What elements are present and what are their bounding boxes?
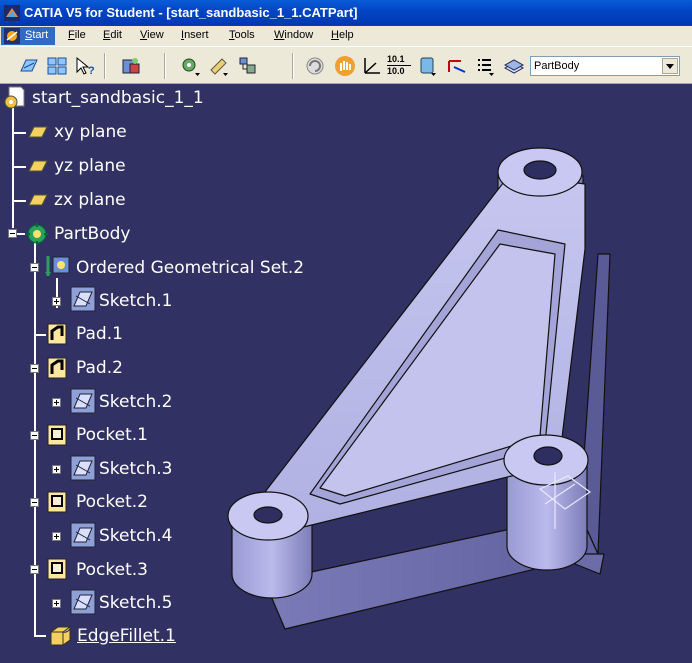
- tree-item-pocket-2[interactable]: Pocket.2: [76, 492, 148, 512]
- toolbar-separator: [164, 53, 166, 79]
- tree-item-pocket-3[interactable]: Pocket.3: [76, 560, 148, 580]
- tree-item-xy-plane[interactable]: xy plane: [54, 122, 127, 142]
- collapse-toggle[interactable]: [30, 263, 39, 272]
- measure-icon[interactable]: [208, 55, 230, 77]
- edge-fillet-icon[interactable]: [48, 624, 74, 648]
- grid-numbers-icon[interactable]: 10.1 10.0: [387, 54, 411, 78]
- hand-icon[interactable]: [334, 55, 356, 77]
- 3d-viewport[interactable]: start_sandbasic_1_1 xy plane yz plane zx…: [0, 84, 692, 663]
- menu-help[interactable]: Help: [331, 29, 354, 41]
- menu-insert[interactable]: Insert: [181, 29, 209, 41]
- multi-view-icon[interactable]: [46, 55, 68, 77]
- sketch-icon[interactable]: [18, 55, 40, 77]
- tree-item-pocket-1[interactable]: Pocket.1: [76, 425, 148, 445]
- tree-item-sketch-1[interactable]: Sketch.1: [99, 291, 173, 311]
- geometrical-set-icon[interactable]: [45, 254, 73, 278]
- spec-icon[interactable]: [416, 55, 438, 77]
- menu-tools[interactable]: Tools: [229, 29, 255, 41]
- tools-icon[interactable]: [237, 55, 259, 77]
- tree-item-sketch-4[interactable]: Sketch.4: [99, 526, 173, 546]
- specification-tree: start_sandbasic_1_1 xy plane yz plane zx…: [0, 84, 692, 663]
- tree-item-pad-2[interactable]: Pad.2: [76, 358, 123, 378]
- catalog-icon[interactable]: [120, 55, 142, 77]
- expand-toggle[interactable]: [52, 297, 61, 306]
- chevron-down-icon[interactable]: [662, 58, 678, 74]
- sketch-icon[interactable]: [70, 522, 96, 548]
- toolbar: ? 10.1 10.0 PartBody: [0, 46, 692, 84]
- axis-icon[interactable]: [360, 55, 382, 77]
- menu-file[interactable]: File: [68, 29, 86, 41]
- tree-item-yz-plane[interactable]: yz plane: [54, 156, 126, 176]
- tree-item-sketch-2[interactable]: Sketch.2: [99, 392, 173, 412]
- tree-item-pad-1[interactable]: Pad.1: [76, 324, 123, 344]
- tree-item-sketch-5[interactable]: Sketch.5: [99, 593, 173, 613]
- partbody-icon[interactable]: [25, 222, 49, 246]
- toolbar-separator: [104, 53, 106, 79]
- analysis-icon[interactable]: [180, 55, 202, 77]
- plane-icon[interactable]: [27, 193, 49, 207]
- catia-app-icon: [4, 5, 20, 21]
- plane-icon[interactable]: [27, 125, 49, 139]
- whats-this-icon[interactable]: ?: [74, 55, 96, 77]
- swap-icon[interactable]: [446, 55, 468, 77]
- list-icon[interactable]: [474, 55, 496, 77]
- expand-toggle[interactable]: [52, 398, 61, 407]
- expand-toggle[interactable]: [52, 532, 61, 541]
- expand-toggle[interactable]: [52, 465, 61, 474]
- toolbar-separator: [292, 53, 294, 79]
- tree-item-partbody[interactable]: PartBody: [54, 224, 130, 244]
- menu-edit[interactable]: Edit: [103, 29, 122, 41]
- collapse-toggle[interactable]: [30, 431, 39, 440]
- tree-root-label[interactable]: start_sandbasic_1_1: [32, 88, 204, 108]
- collapse-toggle[interactable]: [8, 229, 17, 238]
- menu-view[interactable]: View: [140, 29, 164, 41]
- pocket-icon[interactable]: [46, 557, 68, 581]
- menu-bar: Start File Edit View Insert Tools Window…: [0, 26, 692, 46]
- plane-icon[interactable]: [27, 159, 49, 173]
- svg-text:?: ?: [88, 65, 95, 77]
- body-select[interactable]: PartBody: [530, 56, 680, 76]
- menu-window[interactable]: Window: [274, 29, 313, 41]
- part-document-icon[interactable]: [3, 86, 25, 110]
- tree-item-zx-plane[interactable]: zx plane: [54, 190, 126, 210]
- refresh-icon[interactable]: [304, 55, 326, 77]
- sketch-icon[interactable]: [70, 455, 96, 481]
- layer-icon[interactable]: [503, 55, 525, 77]
- tree-item-ordered-geometrical-set[interactable]: Ordered Geometrical Set.2: [76, 258, 304, 278]
- pocket-icon[interactable]: [46, 423, 68, 447]
- pocket-icon[interactable]: [46, 490, 68, 514]
- menu-start[interactable]: Start: [1, 27, 55, 45]
- start-icon: [4, 28, 20, 44]
- collapse-toggle[interactable]: [30, 498, 39, 507]
- tree-item-sketch-3[interactable]: Sketch.3: [99, 459, 173, 479]
- collapse-toggle[interactable]: [30, 565, 39, 574]
- pad-icon[interactable]: [46, 322, 68, 346]
- sketch-icon[interactable]: [70, 286, 96, 312]
- tree-item-edgefillet-1[interactable]: EdgeFillet.1: [77, 626, 176, 646]
- expand-toggle[interactable]: [52, 599, 61, 608]
- title-bar: CATIA V5 for Student - [start_sandbasic_…: [0, 0, 692, 26]
- collapse-toggle[interactable]: [30, 364, 39, 373]
- window-title: CATIA V5 for Student - [start_sandbasic_…: [24, 5, 358, 20]
- sketch-icon[interactable]: [70, 388, 96, 414]
- sketch-icon[interactable]: [70, 589, 96, 615]
- pad-icon[interactable]: [46, 356, 68, 380]
